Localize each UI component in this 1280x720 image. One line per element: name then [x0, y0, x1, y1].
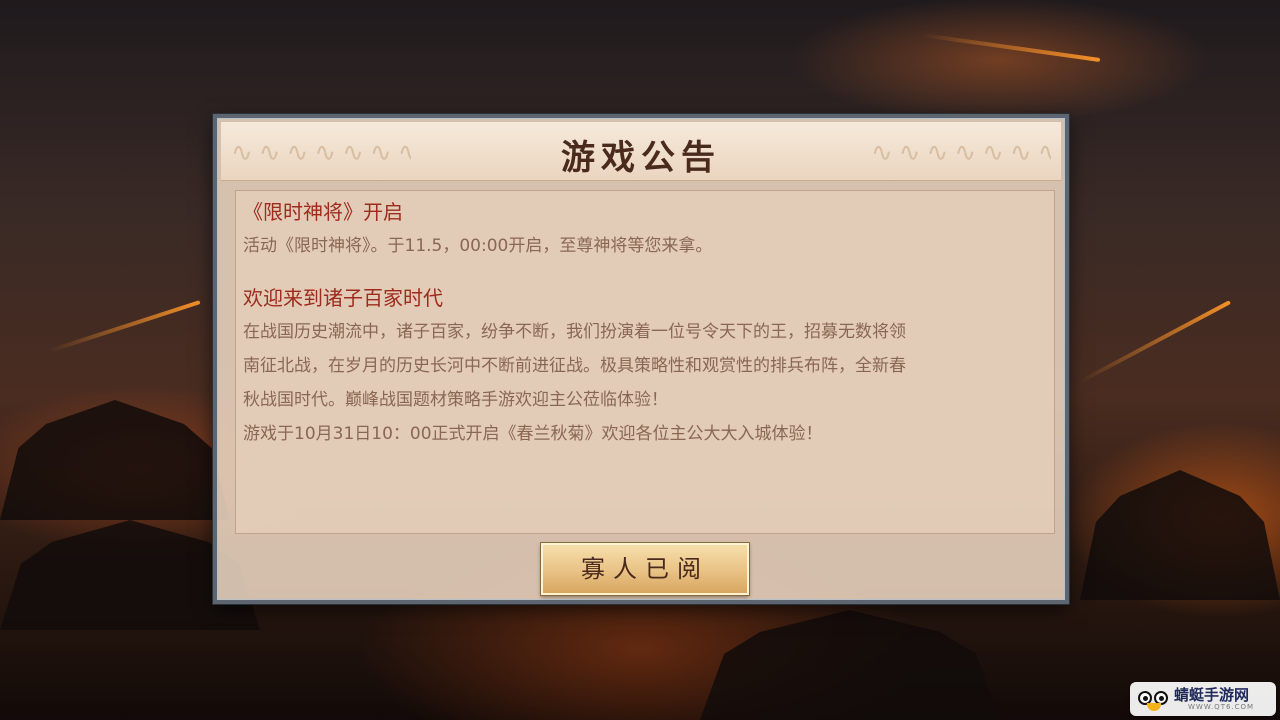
dragonfly-mascot-icon	[1136, 685, 1172, 713]
body-line: 秋战国时代。巅峰战国题材策略手游欢迎主公莅临体验！	[243, 390, 668, 410]
section-title: 欢迎来到诸子百家时代	[243, 286, 443, 310]
site-watermark: 蜻蜓手游网 WWW.QT6.COM	[1130, 682, 1276, 716]
announcement-section: 欢迎来到诸子百家时代 在战国历史潮流中，诸子百家，纷争不断，我们扮演着一位号令天…	[243, 283, 1048, 451]
announcement-dialog: ∿∿∿∿∿∿∿ ∿∿∿∿∿∿∿ 游戏公告 《限时神将》开启 活动《限时神将》。于…	[213, 114, 1069, 604]
acknowledge-button[interactable]: 寡人已阅	[541, 543, 749, 595]
body-line: 南征北战，在岁月的历史长河中不断前进征战。极具策略性和观赏性的排兵布阵，全新春	[243, 356, 906, 376]
body-line: 活动《限时神将》。于11.5，00:00开启，至尊神将等您来拿。	[243, 236, 713, 256]
palace-roof	[700, 610, 1000, 720]
body-line: 在战国历史潮流中，诸子百家，纷争不断，我们扮演着一位号令天下的王，招募无数将领	[243, 322, 906, 342]
dialog-title-bar: ∿∿∿∿∿∿∿ ∿∿∿∿∿∿∿ 游戏公告	[221, 122, 1061, 181]
watermark-name: 蜻蜓手游网	[1174, 686, 1250, 704]
section-body: 在战国历史潮流中，诸子百家，纷争不断，我们扮演着一位号令天下的王，招募无数将领 …	[243, 315, 1048, 451]
palace-roof	[1080, 470, 1280, 600]
fire-streak	[921, 32, 1101, 62]
dialog-title: 游戏公告	[561, 138, 721, 178]
announcement-content[interactable]: 《限时神将》开启 活动《限时神将》。于11.5，00:00开启，至尊神将等您来拿…	[235, 190, 1055, 534]
watermark-url: WWW.QT6.COM	[1188, 703, 1255, 711]
announcement-section: 《限时神将》开启 活动《限时神将》。于11.5，00:00开启，至尊神将等您来拿…	[243, 197, 1048, 263]
section-title: 《限时神将》开启	[243, 200, 403, 224]
section-body: 活动《限时神将》。于11.5，00:00开启，至尊神将等您来拿。	[243, 229, 1048, 263]
fire-streak	[1078, 300, 1231, 384]
fire-streak	[47, 300, 201, 354]
palace-roof	[0, 400, 230, 520]
game-background: ∿∿∿∿∿∿∿ ∿∿∿∿∿∿∿ 游戏公告 《限时神将》开启 活动《限时神将》。于…	[0, 0, 1280, 720]
body-line: 游戏于10月31日10：00正式开启《春兰秋菊》欢迎各位主公大大入城体验！	[243, 424, 823, 444]
